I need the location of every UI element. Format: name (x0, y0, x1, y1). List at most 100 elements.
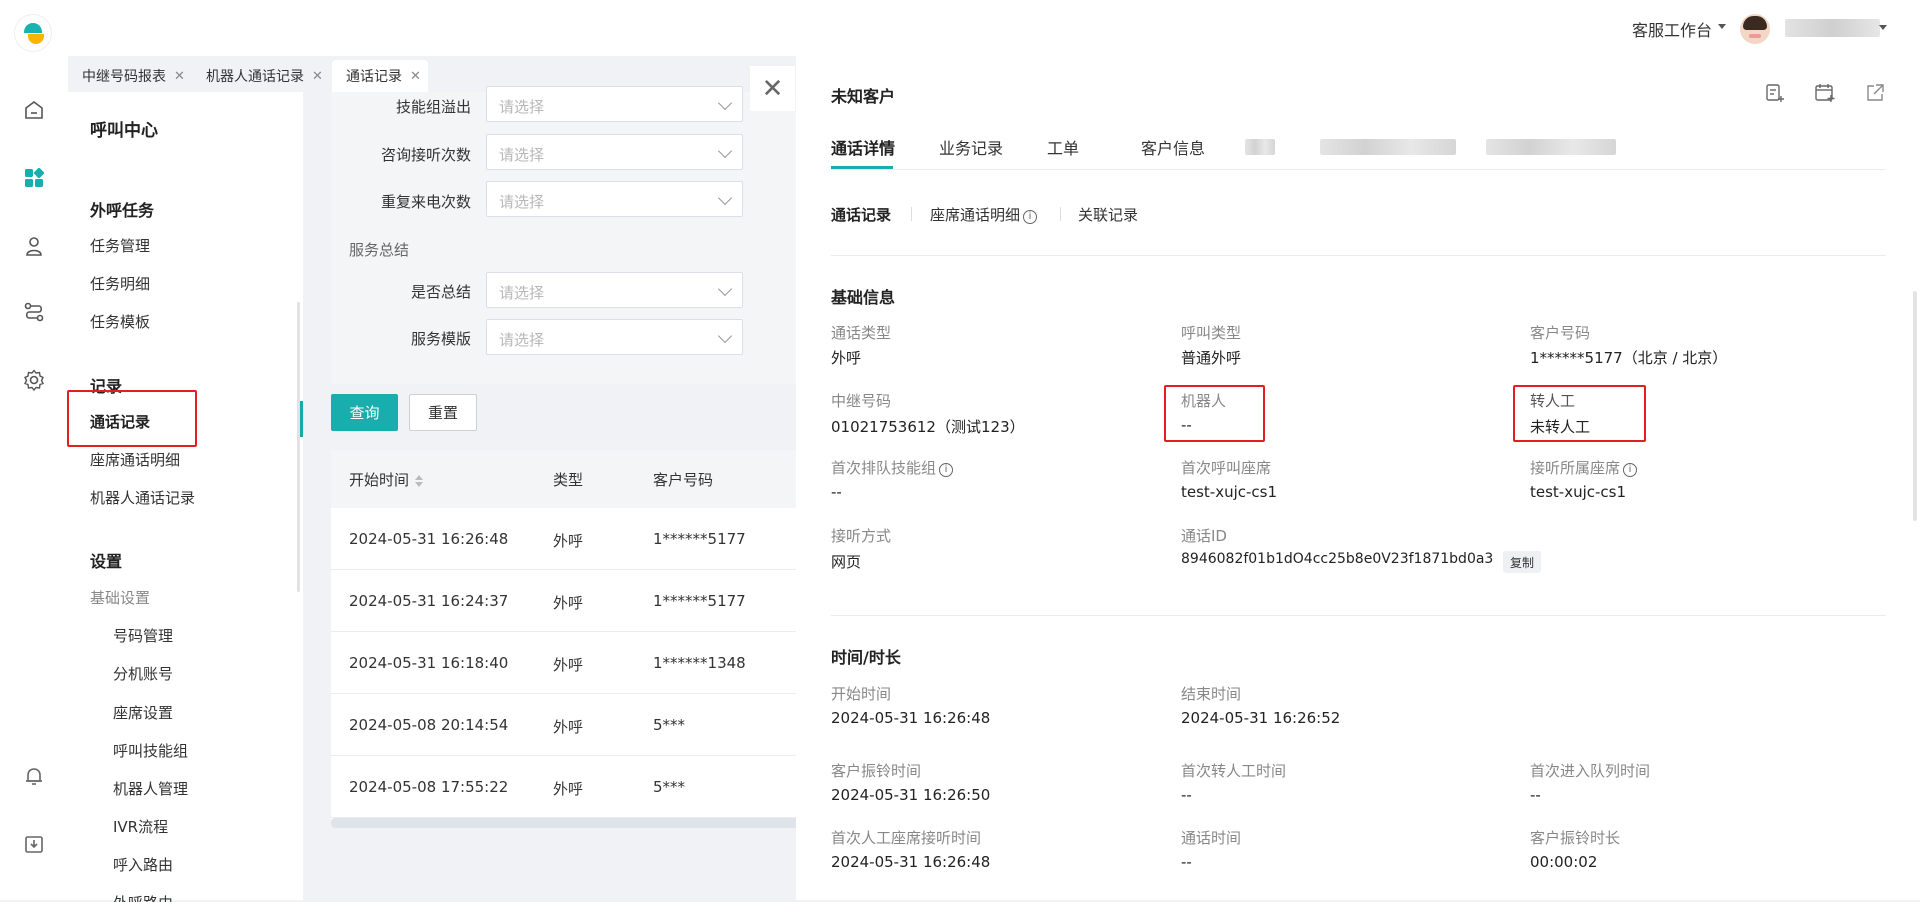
user-caret-down-icon[interactable] (1879, 25, 1887, 30)
search-button[interactable]: 查询 (331, 394, 398, 431)
call-detail-drawer: 未知客户 通话详情 业务记录 工单 客户信息 通话记录 座席通话明细 i 关联记录… (796, 56, 1920, 900)
tab-trunk-report[interactable]: 中继号码报表 ✕ (68, 60, 186, 92)
subtab-agent-call-detail[interactable]: 座席通话明细 i (930, 204, 1038, 225)
settings-gear-icon[interactable] (20, 366, 48, 394)
close-icon[interactable]: ✕ (410, 69, 421, 84)
menu-title: 呼叫中心 (90, 121, 158, 141)
table-row[interactable]: 2024-05-31 16:24:37 外呼 1******5177 (331, 570, 798, 632)
close-icon[interactable]: ✕ (174, 69, 185, 84)
select-placeholder: 请选择 (499, 331, 545, 349)
table-row[interactable]: 2024-05-31 16:18:40 外呼 1******1348 (331, 632, 798, 694)
user-service-icon[interactable] (20, 232, 48, 260)
app-logo[interactable] (14, 14, 52, 52)
menu-item-inbound-route[interactable]: 呼入路由 (113, 854, 173, 875)
close-icon[interactable]: ✕ (312, 69, 323, 84)
apps-icon[interactable] (20, 164, 48, 192)
tab-blurred[interactable] (1320, 139, 1456, 155)
menu-item-outbound-route[interactable]: 外呼路由 (113, 892, 173, 902)
user-avatar[interactable] (1740, 14, 1770, 44)
menu-item-number-management[interactable]: 号码管理 (113, 625, 173, 646)
service-template-select[interactable]: 请选择 (486, 319, 743, 355)
menu-group-outbound: 外呼任务 (90, 201, 155, 220)
menu-group-settings: 设置 (90, 552, 123, 571)
field-value-answer-method: 网页 (831, 553, 862, 571)
tab-blurred[interactable] (1245, 139, 1275, 155)
menu-sub-basic-settings[interactable]: 基础设置 (90, 587, 150, 608)
repeat-call-select[interactable]: 请选择 (486, 181, 743, 217)
menu-item-extension-account[interactable]: 分机账号 (113, 663, 173, 684)
home-icon[interactable] (20, 96, 48, 124)
menu-scrollbar[interactable] (297, 302, 300, 592)
copy-button[interactable]: 复制 (1503, 551, 1541, 573)
divider (1060, 207, 1061, 221)
add-note-icon[interactable] (1764, 82, 1786, 104)
external-link-icon[interactable] (1864, 82, 1886, 104)
field-value-trunk-number: 01021753612（测试123） (831, 418, 1025, 436)
drawer-scrollbar[interactable] (1913, 291, 1917, 521)
icon-rail (0, 0, 68, 900)
menu-item-task-detail[interactable]: 任务明细 (90, 273, 150, 294)
field-label-call-type: 通话类型 (831, 324, 892, 342)
field-value-call-type: 外呼 (831, 349, 862, 367)
workspace-switcher[interactable]: 客服工作台 (1632, 17, 1712, 41)
route-icon[interactable] (20, 298, 48, 326)
subtab-label: 座席通话明细 (930, 206, 1021, 224)
subtab-call-record[interactable]: 通话记录 (831, 204, 891, 225)
filter-label: 技能组溢出 (395, 98, 471, 116)
menu-item-skill-group[interactable]: 呼叫技能组 (113, 740, 188, 761)
table-row[interactable]: 2024-05-08 17:55:22 外呼 5*** (331, 756, 798, 818)
field-value-first-call-agent: test-xujc-cs1 (1181, 483, 1278, 501)
menu-item-ivr-flow[interactable]: IVR流程 (113, 816, 168, 837)
menu-item-robot-call-records[interactable]: 机器人通话记录 (90, 487, 195, 508)
menu-item-agent-call-detail[interactable]: 座席通话明细 (90, 449, 180, 470)
download-icon[interactable] (20, 830, 48, 858)
add-schedule-icon[interactable] (1814, 82, 1836, 104)
field-label-call-id: 通话ID (1181, 527, 1227, 545)
divider (911, 207, 912, 221)
table-row[interactable]: 2024-05-08 20:14:54 外呼 5*** (331, 694, 798, 756)
field-label-first-transfer-time: 首次转人工时间 (1181, 762, 1287, 780)
cell-start-time: 2024-05-31 16:24:37 (349, 592, 509, 610)
tab-call-records[interactable]: 通话记录 ✕ (332, 60, 428, 92)
chevron-down-icon (717, 143, 733, 159)
bell-icon[interactable] (20, 762, 48, 790)
menu-item-task-management[interactable]: 任务管理 (90, 235, 150, 256)
subtab-related-records[interactable]: 关联记录 (1078, 204, 1138, 225)
reset-button[interactable]: 重置 (409, 394, 477, 431)
chevron-down-icon (717, 95, 733, 111)
tab-business-records[interactable]: 业务记录 (939, 135, 1003, 159)
column-header-start-time[interactable]: 开始时间 (349, 469, 424, 490)
skill-group-overflow-select[interactable]: 请选择 (486, 86, 743, 122)
field-label-ring-duration: 客户振铃时长 (1530, 829, 1621, 847)
tab-customer-info[interactable]: 客户信息 (1141, 135, 1205, 159)
tab-work-order[interactable]: 工单 (1047, 135, 1079, 159)
consult-count-select[interactable]: 请选择 (486, 134, 743, 170)
menu-item-robot-management[interactable]: 机器人管理 (113, 778, 188, 799)
cell-type: 外呼 (553, 718, 584, 736)
column-header-type: 类型 (553, 471, 584, 489)
section-title-basic-info: 基础信息 (831, 288, 896, 307)
table-horizontal-scrollbar[interactable] (331, 818, 798, 828)
tab-call-detail[interactable]: 通话详情 (831, 135, 895, 159)
close-drawer-button[interactable]: ✕ (750, 66, 795, 111)
info-icon[interactable]: i (939, 463, 954, 477)
menu-item-agent-settings[interactable]: 座席设置 (113, 702, 173, 723)
sort-icon[interactable] (415, 474, 424, 487)
field-value-first-queue-time: -- (1530, 786, 1541, 804)
is-summarized-select[interactable]: 请选择 (486, 272, 743, 308)
field-label-ring-time: 客户振铃时间 (831, 762, 922, 780)
info-icon[interactable]: i (1023, 210, 1038, 224)
field-value-ring-duration: 00:00:02 (1530, 853, 1598, 871)
section-title-time: 时间/时长 (831, 648, 901, 667)
info-icon[interactable]: i (1623, 463, 1638, 477)
field-label-text: 接听所属座席 (1530, 459, 1621, 477)
table-row[interactable]: 2024-05-31 16:26:48 外呼 1******5177 (331, 508, 798, 570)
column-header-customer-number: 客户号码 (653, 471, 714, 489)
tab-blurred[interactable] (1486, 139, 1616, 155)
username-blurred[interactable] (1785, 19, 1880, 37)
chevron-down-icon (717, 328, 733, 344)
field-label-customer-number: 客户号码 (1530, 324, 1591, 342)
tab-robot-call-records[interactable]: 机器人通话记录 ✕ (192, 60, 332, 92)
caret-down-icon[interactable] (1718, 24, 1726, 29)
menu-item-task-template[interactable]: 任务模板 (90, 311, 150, 332)
